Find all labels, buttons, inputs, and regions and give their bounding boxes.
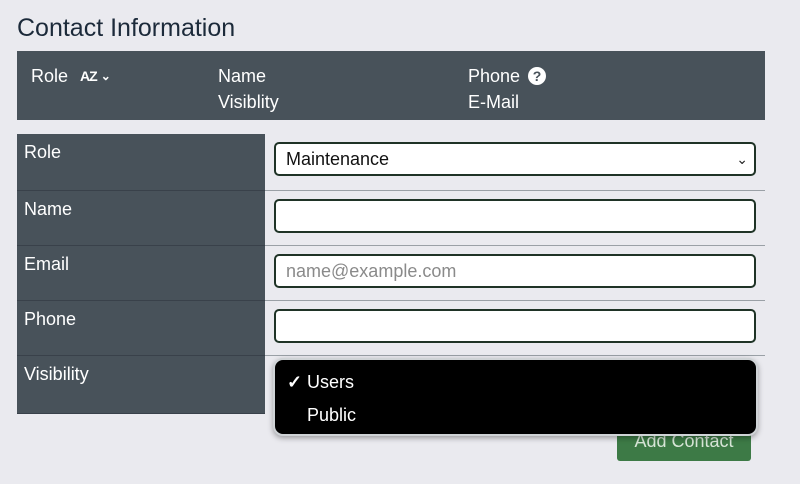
role-label: Role <box>17 134 265 191</box>
role-header-label: Role <box>31 66 69 86</box>
visibility-label: Visibility <box>17 356 265 414</box>
sort-az-icon[interactable]: AZ ⌄ <box>80 63 111 89</box>
name-label: Name <box>17 191 265 246</box>
email-row: Email <box>17 246 765 301</box>
phone-header-label: Phone <box>468 66 521 86</box>
visibility-option-label: Users <box>307 372 355 392</box>
phone-row: Phone <box>17 301 765 356</box>
checkmark-icon: ✓ <box>287 372 303 392</box>
question-circle-icon[interactable]: ? <box>528 67 547 85</box>
email-label: Email <box>17 246 265 301</box>
visibility-header-label: Visiblity <box>218 92 279 112</box>
visibility-dropdown[interactable]: ✓ Users Public <box>273 358 758 436</box>
role-select-value: Maintenance <box>286 149 390 169</box>
contacts-table-header: Role AZ ⌄ Name Visiblity Phone? E-Mail <box>17 51 765 120</box>
name-input[interactable] <box>274 199 756 233</box>
name-column-header: Name Visiblity <box>218 63 279 115</box>
chevron-down-icon: ⌄ <box>100 69 111 83</box>
phone-input[interactable] <box>274 309 756 343</box>
chevron-down-icon: ⌄ <box>736 151 748 167</box>
role-column-header: Role AZ ⌄ <box>31 63 111 89</box>
role-select[interactable]: Maintenance ⌄ <box>274 142 756 176</box>
phone-column-header: Phone? E-Mail <box>468 63 547 115</box>
name-header-label: Name <box>218 66 267 86</box>
phone-label: Phone <box>17 301 265 356</box>
email-header-label: E-Mail <box>468 92 520 112</box>
name-row: Name <box>17 191 765 246</box>
visibility-option-label: Public <box>307 405 357 425</box>
email-input[interactable] <box>274 254 756 288</box>
role-row: Role Maintenance ⌄ <box>17 134 765 191</box>
visibility-option-public[interactable]: Public <box>287 403 356 427</box>
page-title: Contact Information <box>17 14 236 42</box>
visibility-option-users[interactable]: ✓ Users <box>287 370 354 394</box>
